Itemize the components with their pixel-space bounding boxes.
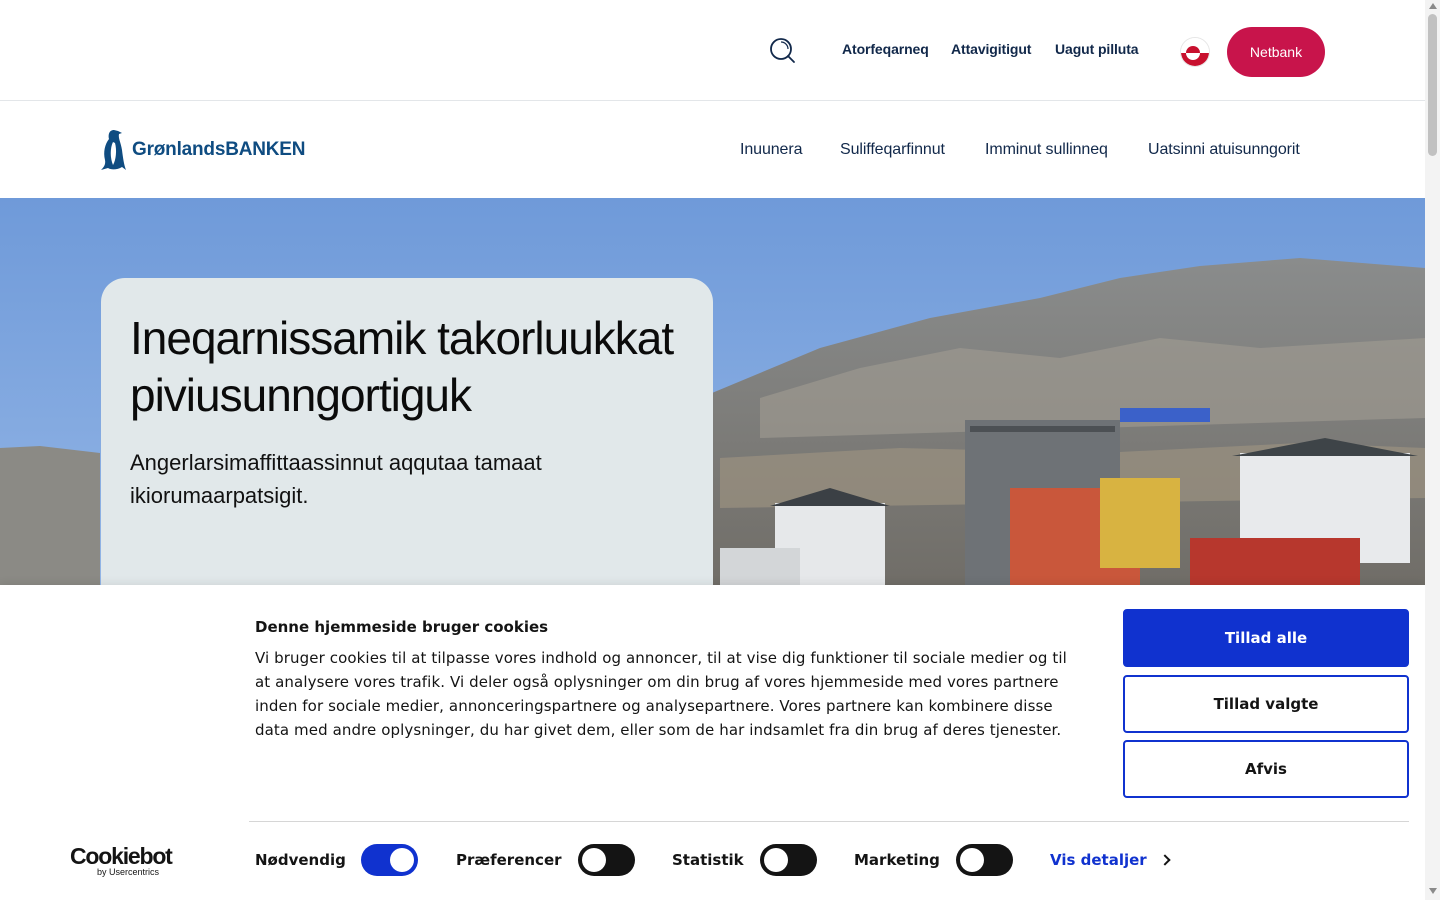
nav-item-suliffeqarfinnut[interactable]: Suliffeqarfinnut [840, 141, 945, 159]
logo-text: GrønlandsBANKEN [132, 139, 306, 160]
top-link-uagut-pilluta[interactable]: Uagut pilluta [1055, 41, 1139, 57]
toggle-knob [390, 848, 414, 872]
toggle-knob [582, 848, 606, 872]
nav-item-inuunera[interactable]: Inuunera [740, 141, 802, 159]
hero-section: Ineqarnissamik takorluukkat piviusunngor… [0, 198, 1425, 598]
page-scrollbar[interactable] [1425, 0, 1440, 900]
hero-card: Ineqarnissamik takorluukkat piviusunngor… [101, 278, 713, 598]
toggle-label-necessary: Nødvendig [255, 851, 346, 869]
allow-selected-button[interactable]: Tillad valgte [1123, 675, 1409, 733]
reject-button[interactable]: Afvis [1123, 740, 1409, 798]
penguin-logo-icon [101, 130, 126, 170]
show-details-link[interactable]: Vis detaljer [1050, 851, 1171, 869]
toggle-marketing[interactable] [956, 844, 1013, 876]
nav-item-imminut-sullinneq[interactable]: Imminut sullinneq [985, 141, 1108, 159]
hero-title: Ineqarnissamik takorluukkat piviusunngor… [130, 312, 674, 421]
toggle-necessary[interactable] [361, 844, 418, 876]
greenland-flag-icon[interactable] [1180, 37, 1210, 67]
cookiebot-brand: Cookiebot [70, 843, 173, 869]
top-link-atorfeqarneq[interactable]: Atorfeqarneq [842, 41, 929, 57]
nav-item-uatsinni-atuisunngorit[interactable]: Uatsinni atuisunngorit [1148, 141, 1300, 159]
scroll-up-icon[interactable] [1429, 3, 1437, 9]
chevron-right-icon [1159, 854, 1171, 866]
toggle-preferences[interactable] [578, 844, 635, 876]
toggle-knob [764, 848, 788, 872]
main-navigation: GrønlandsBANKEN Inuunera Suliffeqarfinnu… [0, 102, 1425, 198]
netbank-button[interactable]: Netbank [1227, 27, 1325, 77]
cookie-divider [249, 821, 1409, 822]
show-details-label: Vis detaljer [1050, 851, 1147, 869]
top-utility-bar: Atorfeqarneq Attavigitigut Uagut pilluta… [0, 0, 1425, 101]
toggle-statistics[interactable] [760, 844, 817, 876]
toggle-label-preferences: Præferencer [456, 851, 562, 869]
toggle-label-marketing: Marketing [854, 851, 940, 869]
cookie-title: Denne hjemmeside bruger cookies [255, 618, 549, 636]
cookie-banner: Denne hjemmeside bruger cookies Vi bruge… [0, 585, 1425, 900]
top-link-attavigitigut[interactable]: Attavigitigut [951, 41, 1031, 57]
search-icon[interactable] [768, 36, 796, 64]
cookie-description: Vi bruger cookies til at tilpasse vores … [255, 649, 1067, 739]
toggle-knob [960, 848, 984, 872]
allow-all-button[interactable]: Tillad alle [1123, 609, 1409, 667]
cookiebot-logo[interactable]: Cookiebot by Usercentrics [70, 844, 180, 877]
toggle-label-statistics: Statistik [672, 851, 744, 869]
scroll-thumb[interactable] [1428, 14, 1437, 156]
brand-logo[interactable]: GrønlandsBANKEN [100, 128, 305, 172]
scroll-down-icon[interactable] [1429, 888, 1437, 894]
hero-subtitle: Angerlarsimaffittaassinnut aqqutaa tamaa… [130, 450, 542, 508]
